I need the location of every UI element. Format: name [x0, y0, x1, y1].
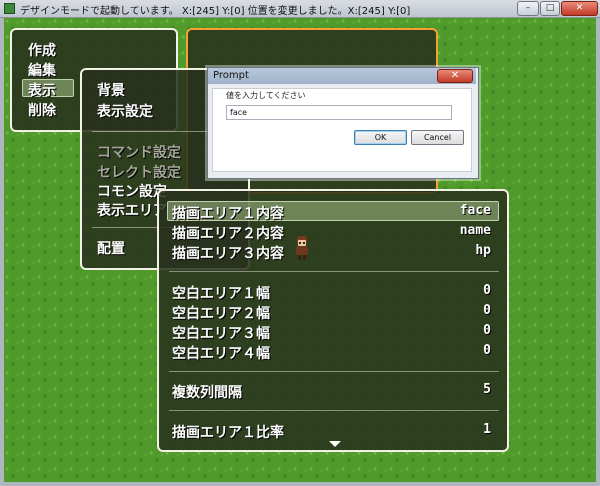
setting-row-value[interactable]: 5 — [483, 382, 491, 397]
prompt-close-button[interactable]: ✕ — [437, 69, 473, 83]
menu-item-delete[interactable]: 削除 — [28, 100, 56, 120]
setting-row-value[interactable]: 0 — [483, 323, 491, 338]
setting-row-label[interactable]: 空白エリア１幅 — [172, 283, 270, 303]
menu-item-edit[interactable]: 編集 — [28, 60, 56, 80]
cancel-button[interactable]: Cancel — [411, 130, 464, 145]
setting-row-value[interactable]: 0 — [483, 343, 491, 358]
list-divider — [169, 410, 499, 411]
list-divider — [169, 371, 499, 372]
window-titlebar: デザインモードで起動しています。 X:[245] Y:[0] 位置を変更しました… — [0, 0, 600, 18]
setting-row-value[interactable]: hp — [475, 243, 491, 258]
list-divider — [169, 271, 499, 272]
submenu-item-background[interactable]: 背景 — [97, 80, 125, 100]
setting-row-value[interactable]: face — [460, 203, 491, 218]
close-button[interactable]: ✕ — [561, 1, 598, 16]
setting-row-label[interactable]: 描画エリア３内容 — [172, 243, 284, 263]
prompt-title: Prompt — [213, 70, 249, 81]
maximize-button[interactable]: □ — [540, 1, 560, 16]
setting-row-label[interactable]: 描画エリア１内容 — [172, 203, 284, 223]
submenu-item-select-settings[interactable]: セレクト設定 — [97, 162, 181, 182]
submenu-item-command-settings[interactable]: コマンド設定 — [97, 142, 181, 162]
menu-item-view[interactable]: 表示 — [28, 80, 56, 100]
prompt-message: 値を入力してください — [226, 91, 306, 100]
settings-list-window: 描画エリア１内容 face 描画エリア２内容 name 描画エリア３内容 hp … — [157, 189, 509, 452]
prompt-titlebar: Prompt ✕ — [208, 68, 476, 84]
ok-button[interactable]: OK — [354, 130, 407, 145]
setting-row-label[interactable]: 複数列間隔 — [172, 382, 242, 402]
setting-row-label[interactable]: 描画エリア１比率 — [172, 422, 284, 442]
setting-row-label[interactable]: 描画エリア２内容 — [172, 223, 284, 243]
minimize-button[interactable]: – — [517, 1, 539, 16]
app-icon — [4, 3, 15, 14]
prompt-dialog: Prompt ✕ 値を入力してください OK Cancel — [207, 67, 479, 179]
character-sprite-icon — [296, 236, 308, 260]
setting-row-label[interactable]: 空白エリア２幅 — [172, 303, 270, 323]
setting-row-value[interactable]: 0 — [483, 283, 491, 298]
submenu-item-placement[interactable]: 配置 — [97, 238, 125, 258]
setting-row-value[interactable]: 0 — [483, 303, 491, 318]
menu-item-create[interactable]: 作成 — [28, 40, 56, 60]
window-title: デザインモードで起動しています。 X:[245] Y:[0] 位置を変更しました… — [20, 6, 411, 17]
setting-row-value[interactable]: name — [460, 223, 491, 238]
setting-row-label[interactable]: 空白エリア４幅 — [172, 343, 270, 363]
submenu-item-display-settings[interactable]: 表示設定 — [97, 101, 153, 121]
prompt-input[interactable] — [226, 105, 452, 120]
setting-row-value[interactable]: 1 — [483, 422, 491, 437]
setting-row-label[interactable]: 空白エリア３幅 — [172, 323, 270, 343]
scroll-down-arrow-icon[interactable] — [329, 441, 341, 447]
